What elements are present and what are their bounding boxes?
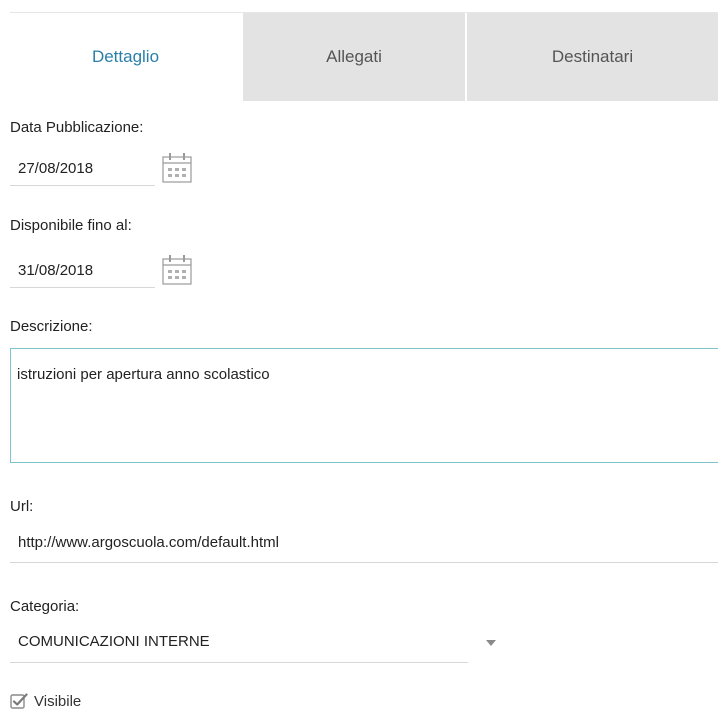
url-label: Url: [10,498,34,515]
calendar-icon[interactable] [161,254,193,286]
disponibile-fino-value: 31/08/2018 [18,262,94,279]
notice-detail-form: Dettaglio Allegati Destinatari Data Pubb… [0,0,718,713]
categoria-label: Categoria: [10,598,80,615]
tab-allegati[interactable]: Allegati [243,13,465,101]
disponibile-fino-field[interactable]: 31/08/2018 [10,254,155,288]
descrizione-value: istruzioni per apertura anno scolastico [17,366,270,383]
tab-dettaglio[interactable]: Dettaglio [10,13,241,101]
data-pubblicazione-field[interactable]: 27/08/2018 [10,152,155,186]
visibile-label: Visibile [34,692,82,710]
url-value: http://www.argoscuola.com/default.html [18,534,279,551]
tab-bar: Dettaglio Allegati Destinatari [10,12,718,103]
tab-destinatari-label: Destinatari [551,47,634,66]
data-pubblicazione-value: 27/08/2018 [18,160,94,177]
disponibile-fino-label: Disponibile fino al: [10,217,132,234]
descrizione-textarea[interactable]: istruzioni per apertura anno scolastico [10,348,718,463]
calendar-icon[interactable] [161,152,193,184]
url-input[interactable]: http://www.argoscuola.com/default.html [10,528,718,563]
chevron-down-icon[interactable] [486,640,496,646]
tab-destinatari[interactable]: Destinatari [467,13,718,101]
descrizione-label: Descrizione: [10,318,93,335]
tab-allegati-label: Allegati [326,47,382,66]
checkbox-checked-icon[interactable] [10,692,28,710]
tab-dettaglio-label: Dettaglio [91,47,160,66]
categoria-select[interactable]: COMUNICAZIONI INTERNE [10,628,468,663]
visibile-checkbox[interactable]: Visibile [10,692,81,710]
data-pubblicazione-label: Data Pubblicazione: [10,119,144,136]
categoria-value: COMUNICAZIONI INTERNE [18,633,210,650]
